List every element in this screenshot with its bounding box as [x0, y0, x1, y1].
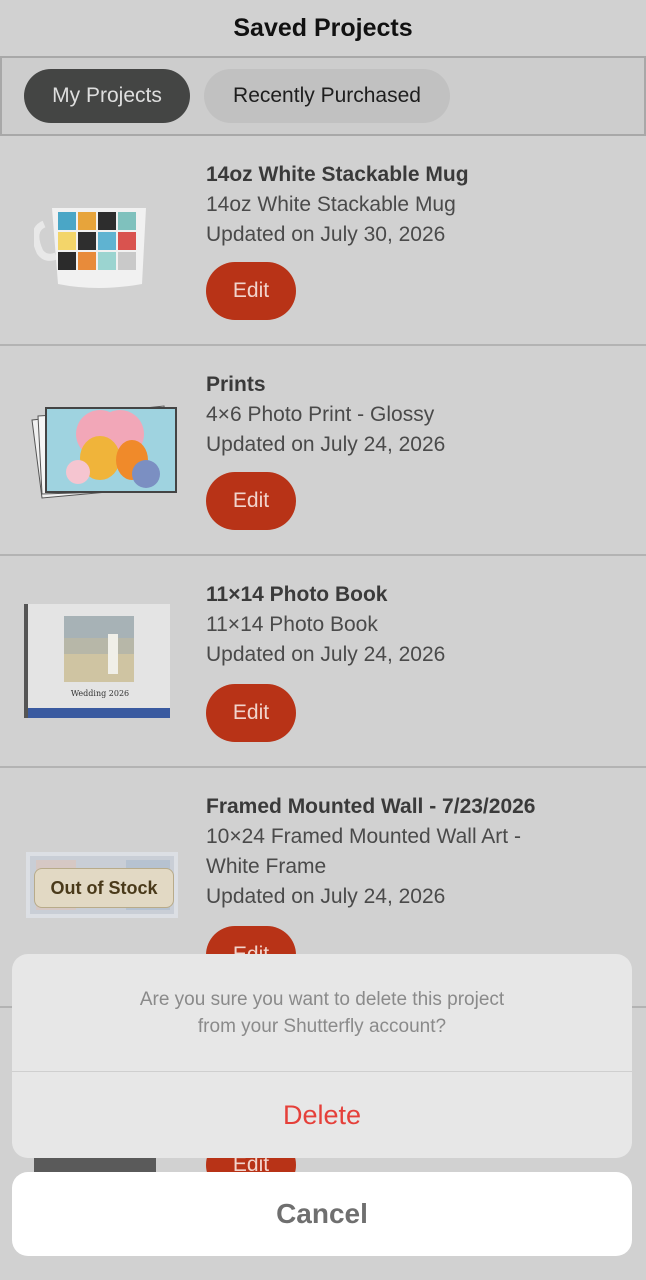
project-subtitle: 4×6 Photo Print - Glossy [206, 403, 435, 426]
project-title: Framed Mounted Wall - 7/23/2026 [206, 795, 536, 818]
project-subtitle: 14oz White Stackable Mug [206, 193, 456, 216]
list-item[interactable]: Prints 4×6 Photo Print - Glossy Updated … [0, 346, 646, 556]
tab-my-projects[interactable]: My Projects [24, 69, 190, 123]
project-updated: Updated on July 24, 2026 [206, 643, 446, 666]
delete-confirmation-message: Are you sure you want to delete this pro… [12, 954, 632, 1072]
project-subtitle-continued: White Frame [206, 855, 327, 878]
edit-button[interactable]: Edit [206, 472, 296, 530]
project-title: 11×14 Photo Book [206, 583, 388, 606]
delete-confirmation-sheet: Are you sure you want to delete this pro… [12, 954, 632, 1158]
list-item[interactable]: 14oz White Stackable Mug 14oz White Stac… [0, 134, 646, 346]
page-title: Saved Projects [233, 13, 413, 42]
edit-button[interactable]: Edit [206, 262, 296, 320]
page-header: Saved Projects [0, 0, 646, 56]
photobook-thumbnail: Wedding 2026 [24, 604, 170, 718]
project-updated: Updated on July 24, 2026 [206, 433, 446, 456]
project-updated: Updated on July 30, 2026 [206, 223, 446, 246]
cancel-button[interactable]: Cancel [12, 1172, 632, 1256]
project-subtitle: 11×14 Photo Book [206, 613, 378, 636]
edit-button[interactable]: Edit [206, 684, 296, 742]
project-title: 14oz White Stackable Mug [206, 163, 469, 186]
list-item[interactable]: Wedding 2026 11×14 Photo Book 11×14 Phot… [0, 556, 646, 768]
project-subtitle: 10×24 Framed Mounted Wall Art - [206, 825, 521, 848]
prints-thumbnail [31, 405, 177, 499]
mug-thumbnail [34, 208, 146, 288]
delete-button[interactable]: Delete [12, 1072, 632, 1158]
tab-bar: My Projects Recently Purchased [0, 56, 646, 136]
project-updated: Updated on July 24, 2026 [206, 885, 446, 908]
photobook-cover-text: Wedding 2026 [71, 689, 129, 698]
project-title: Prints [206, 373, 266, 396]
tab-recently-purchased[interactable]: Recently Purchased [204, 69, 450, 123]
out-of-stock-badge: Out of Stock [34, 868, 174, 908]
